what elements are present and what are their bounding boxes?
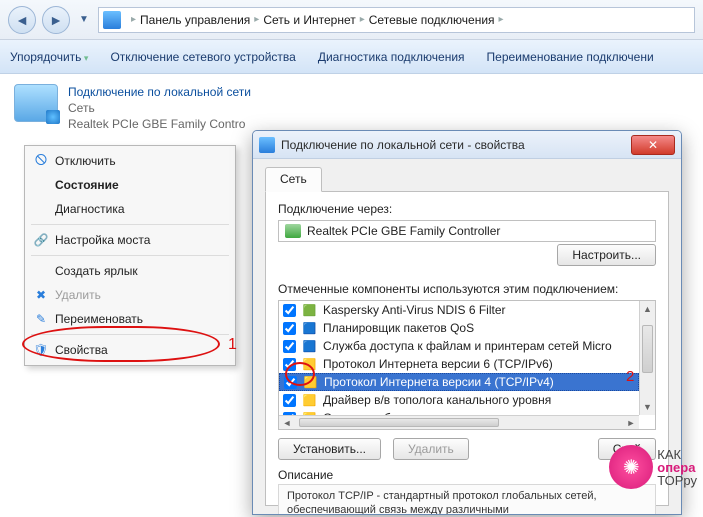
service-icon: 🟦 — [302, 321, 317, 336]
separator — [31, 334, 229, 335]
properties-icon: 🛡 — [33, 342, 49, 358]
tab-network[interactable]: Сеть — [265, 167, 322, 192]
forward-button[interactable]: ► — [42, 6, 70, 34]
list-item[interactable]: 🟩Kaspersky Anti-Virus NDIS 6 Filter — [279, 301, 639, 319]
disable-icon: 🛇 — [33, 153, 49, 169]
lan-icon — [14, 84, 58, 122]
components-label: Отмеченные компоненты используются этим … — [278, 282, 656, 296]
uninstall-button: Удалить — [393, 438, 469, 460]
organize-menu[interactable]: Упорядочить — [10, 50, 88, 64]
description-label: Описание — [278, 468, 656, 482]
scroll-down-icon[interactable]: ▼ — [640, 399, 655, 415]
service-icon: 🟩 — [302, 303, 317, 318]
history-dropdown[interactable]: ▼ — [76, 10, 92, 30]
ctx-status[interactable]: Состояние — [27, 173, 233, 197]
ctx-properties[interactable]: 🛡Свойства — [27, 338, 233, 362]
service-icon: 🟦 — [302, 339, 317, 354]
connect-via-label: Подключение через: — [278, 202, 656, 216]
list-item-selected[interactable]: 🟨Протокол Интернета версии 4 (TCP/IPv4) — [279, 373, 639, 391]
rename-icon: ✎ — [33, 311, 49, 327]
scroll-thumb[interactable] — [299, 418, 499, 427]
list-item[interactable]: 🟦Служба доступа к файлам и принтерам сет… — [279, 337, 639, 355]
ctx-rename[interactable]: ✎Переименовать — [27, 307, 233, 331]
checkbox[interactable] — [283, 340, 296, 353]
address-bar: ◄ ► ▼ ▸ Панель управления ▸ Сеть и Интер… — [0, 0, 703, 40]
list-item[interactable]: 🟨Драйвер в/в тополога канального уровня — [279, 391, 639, 409]
checkbox[interactable] — [283, 304, 296, 317]
list-item[interactable]: 🟦Планировщик пакетов QoS — [279, 319, 639, 337]
dialog-icon — [259, 137, 275, 153]
dialog-title: Подключение по локальной сети - свойства — [281, 138, 525, 152]
components-list: 🟩Kaspersky Anti-Virus NDIS 6 Filter 🟦Пла… — [278, 300, 656, 430]
crumb-control-panel[interactable]: Панель управления — [140, 13, 250, 27]
connection-title: Подключение по локальной сети — [68, 84, 251, 100]
crumb-connections[interactable]: Сетевые подключения — [369, 13, 495, 27]
scroll-left-icon[interactable]: ◄ — [279, 416, 295, 429]
ctx-bridge[interactable]: 🔗Настройка моста — [27, 228, 233, 252]
ctx-delete: ✖Удалить — [27, 283, 233, 307]
disable-device-button[interactable]: Отключение сетевого устройства — [110, 50, 295, 64]
ctx-diagnostics[interactable]: Диагностика — [27, 197, 233, 221]
adapter-name: Realtek PCIe GBE Family Controller — [307, 224, 500, 238]
checkbox[interactable] — [283, 322, 296, 335]
dialog-titlebar[interactable]: Подключение по локальной сети - свойства… — [253, 131, 681, 159]
scroll-thumb[interactable] — [642, 325, 653, 373]
close-button[interactable]: ✕ — [631, 135, 675, 155]
back-button[interactable]: ◄ — [8, 6, 36, 34]
breadcrumb[interactable]: ▸ Панель управления ▸ Сеть и Интернет ▸ … — [98, 7, 695, 33]
separator — [31, 255, 229, 256]
rename-connection-button[interactable]: Переименование подключени — [487, 50, 654, 64]
annotation-label-2: 2 — [626, 368, 634, 385]
horizontal-scrollbar[interactable]: ◄ ► — [279, 415, 639, 429]
checkbox[interactable] — [283, 394, 296, 407]
scroll-right-icon[interactable]: ► — [623, 416, 639, 429]
watermark-icon: ✺ — [609, 445, 653, 489]
annotation-label-1: 1 — [228, 336, 237, 354]
network-icon — [103, 11, 121, 29]
separator — [31, 224, 229, 225]
context-menu: 🛇Отключить Состояние Диагностика 🔗Настро… — [24, 145, 236, 366]
ctx-shortcut[interactable]: Создать ярлык — [27, 259, 233, 283]
protocol-icon: 🟨 — [303, 375, 318, 390]
tab-strip: Сеть — [265, 167, 669, 192]
connection-adapter: Realtek PCIe GBE Family Contro — [68, 116, 251, 132]
vertical-scrollbar[interactable]: ▲ ▼ — [639, 301, 655, 415]
scroll-up-icon[interactable]: ▲ — [640, 301, 655, 317]
bridge-icon: 🔗 — [33, 232, 49, 248]
list-item[interactable]: 🟨Протокол Интернета версии 6 (TCP/IPv6) — [279, 355, 639, 373]
ctx-disable[interactable]: 🛇Отключить — [27, 149, 233, 173]
adapter-field: Realtek PCIe GBE Family Controller — [278, 220, 656, 242]
configure-button[interactable]: Настроить... — [557, 244, 656, 266]
toolbar: Упорядочить Отключение сетевого устройст… — [0, 40, 703, 74]
description-text: Протокол TCP/IP - стандартный протокол г… — [278, 484, 656, 515]
checkbox[interactable] — [284, 376, 297, 389]
checkbox[interactable] — [283, 358, 296, 371]
protocol-icon: 🟨 — [302, 357, 317, 372]
driver-icon: 🟨 — [302, 393, 317, 408]
crumb-network-internet[interactable]: Сеть и Интернет — [263, 13, 355, 27]
watermark: ✺ КАК опера ТОРру — [609, 445, 697, 489]
adapter-icon — [285, 224, 301, 238]
connection-network: Сеть — [68, 100, 251, 116]
delete-icon: ✖ — [33, 287, 49, 303]
diagnose-button[interactable]: Диагностика подключения — [318, 50, 465, 64]
install-button[interactable]: Установить... — [278, 438, 381, 460]
